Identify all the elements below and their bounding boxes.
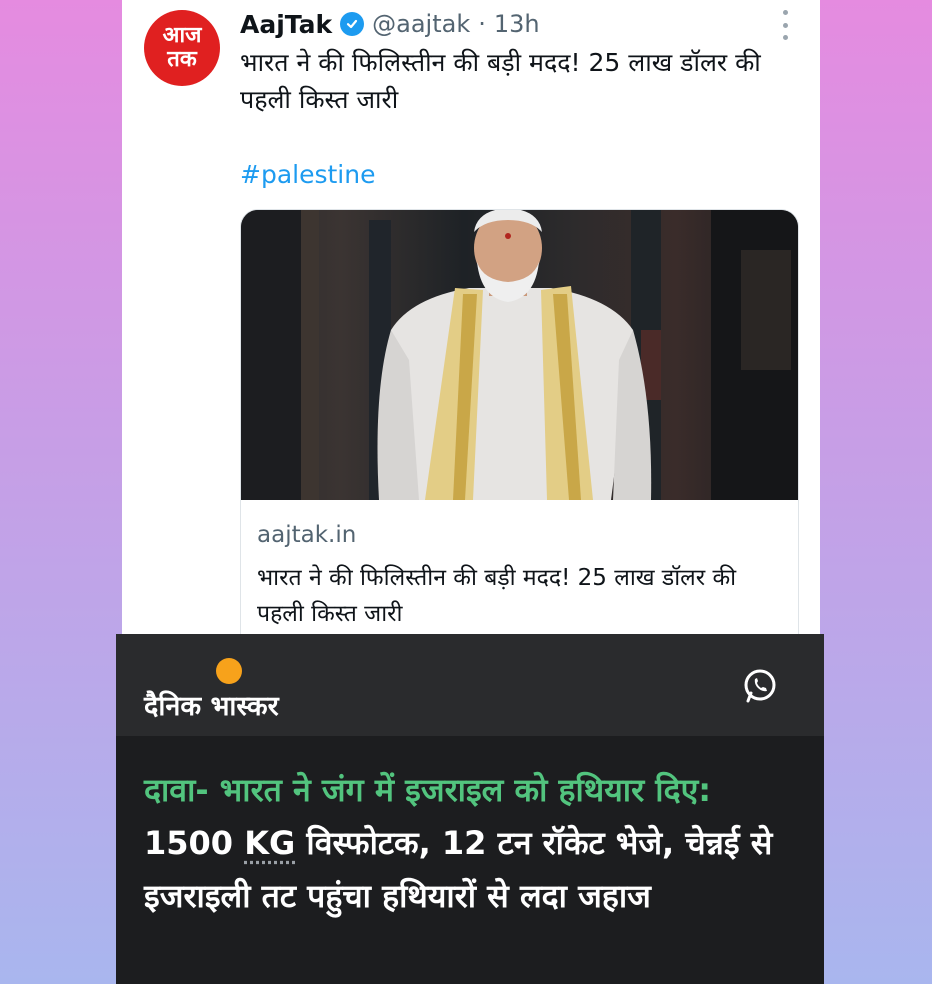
avatar-text-bottom: तक xyxy=(167,47,197,72)
bhaskar-header: दैनिक भास्कर xyxy=(116,634,824,736)
tweet-header: AajTak @aajtak · 13h xyxy=(240,6,540,42)
bhaskar-sun-icon xyxy=(216,658,242,684)
card-title[interactable]: भारत ने की फिलिस्तीन की बड़ी मदद! 25 लाख… xyxy=(257,560,777,632)
link-preview-card[interactable]: aajtak.in भारत ने की फिलिस्तीन की बड़ी म… xyxy=(240,209,799,636)
headline-claim: दावा- भारत ने जंग में इजराइल को हथियार द… xyxy=(144,771,712,809)
tweet-text: भारत ने की फिलिस्तीन की बड़ी मदद! 25 लाख… xyxy=(240,48,761,114)
more-options-icon[interactable] xyxy=(780,10,790,40)
author-name[interactable]: AajTak xyxy=(240,10,332,39)
aajtak-avatar[interactable]: आज तक xyxy=(144,10,220,86)
headline-number: 1500 xyxy=(144,824,234,862)
bhaskar-headline[interactable]: दावा- भारत ने जंग में इजराइल को हथियार द… xyxy=(144,764,804,923)
avatar-text-top: आज xyxy=(162,23,202,48)
bhaskar-logo[interactable]: दैनिक भास्कर xyxy=(144,686,279,723)
author-handle[interactable]: @aajtak xyxy=(372,10,470,38)
tweet-timestamp[interactable]: 13h xyxy=(494,10,540,38)
whatsapp-icon[interactable] xyxy=(742,668,778,704)
separator-dot: · xyxy=(478,10,486,38)
hashtag-link[interactable]: #palestine xyxy=(240,160,375,189)
headline-rest: विस्फोटक, 12 टन रॉकेट भेजे, चेन्नई से इज… xyxy=(144,824,773,915)
verified-badge-icon xyxy=(340,12,365,36)
bhaskar-news-panel: दैनिक भास्कर दावा- भारत ने जंग में इजराइ… xyxy=(116,634,824,984)
card-domain[interactable]: aajtak.in xyxy=(257,522,356,548)
tweet-card[interactable]: आज तक AajTak @aajtak · 13h भारत ने की फि… xyxy=(122,0,820,636)
article-photo xyxy=(241,210,798,500)
headline-kg-term[interactable]: KG xyxy=(244,824,295,862)
